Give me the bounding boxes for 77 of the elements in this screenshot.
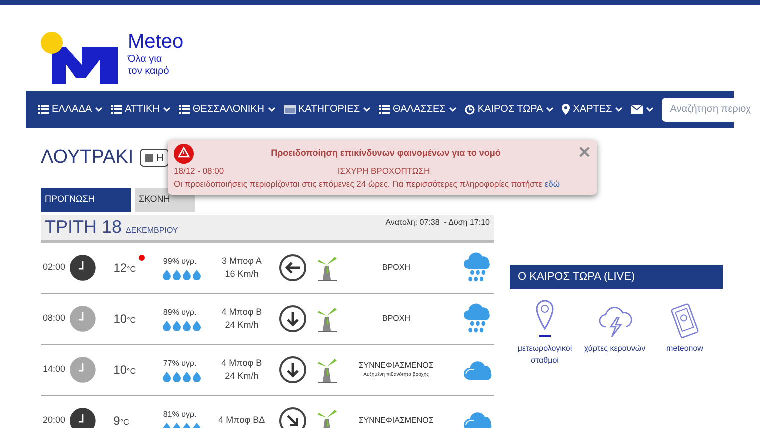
city-title: ΛΟΥΤΡΑΚΙ [41, 146, 134, 170]
alert-phenomenon: ΙΣΧΥΡΗ ΒΡΟΧΟΠΤΩΣΗ [336, 165, 432, 178]
chevron-icon [615, 106, 624, 112]
alert-link[interactable]: εδώ [544, 178, 560, 189]
weather-condition: ΣΥΝΝΕΦΙΑΣΜΕΝΟΣ [358, 415, 434, 427]
chevron-icon [162, 106, 171, 112]
location-pin-icon [535, 299, 555, 339]
pin-icon [562, 104, 570, 115]
humidity-drops-icon [163, 321, 202, 331]
chevron-icon [546, 106, 554, 112]
forecast-time: 02:00 [43, 261, 67, 274]
live-link[interactable]: meteonow [652, 343, 718, 355]
chevron-icon [268, 106, 276, 112]
nav-item[interactable] [631, 105, 654, 114]
lightning-cloud-icon [597, 305, 633, 339]
chevron-icon [448, 106, 457, 112]
nav-item[interactable]: ΘΑΛΑΣΣΕΣ [379, 102, 457, 117]
wind-force: 4 Μποφ Β [222, 356, 262, 370]
list-icon [38, 105, 49, 114]
nav-item[interactable]: ΚΑΙΡΟΣ ΤΩΡΑ [464, 102, 554, 117]
logo-icon [40, 32, 120, 84]
wind-speed: 24 Km/h [225, 370, 259, 383]
forecast-time: 14:00 [43, 363, 67, 376]
calendar-icon [144, 154, 153, 162]
nav-item[interactable]: ΕΛΛΑΔΑ [38, 102, 104, 117]
humidity-drops-icon [163, 270, 202, 280]
humidity: 89% υγρ. [163, 307, 198, 319]
list-icon [111, 105, 122, 114]
humidity: 77% υγρ. [163, 358, 198, 370]
list-icon [379, 105, 390, 114]
live-link[interactable]: μετεωρολογικοί σταθμοί [512, 343, 578, 367]
logo-name: Meteo [128, 30, 184, 54]
chevron-icon [363, 106, 372, 112]
list-icon [178, 105, 190, 114]
humidity-drops-icon [163, 372, 202, 382]
wind-force: 4 Μποφ Β [222, 306, 262, 319]
nav-item[interactable]: ΘΕΣΣΑΛΟΝΙΚΗ [178, 102, 276, 117]
forecast-time: 20:00 [43, 414, 67, 428]
humidity: 81% υγρ. [163, 409, 198, 421]
chevron-icon [646, 106, 654, 112]
wind-speed: 24 Km/h [225, 319, 259, 332]
wind-force: 4 Μποφ ΒΔ [218, 414, 266, 428]
alert-title: Προειδοποίηση επικίνδυνων φαινομένων για το νομό [270, 147, 502, 160]
phone-icon [669, 303, 701, 339]
day-title: ΤΡΙΤΗ 18 [45, 217, 122, 237]
logo-tagline: τον καιρό [128, 66, 170, 78]
weather-condition: ΣΥΝΝΕΦΙΑΣΜΕΝΟΣ [358, 360, 434, 372]
temperature: 10°C [114, 311, 136, 328]
temperature: 12°C [114, 260, 136, 277]
wind-direction-icon [278, 254, 307, 282]
alert-time: 18/12 - 08:00 [174, 165, 226, 178]
nav-item[interactable]: ΑΤΤΙΚΗ [111, 102, 171, 117]
weather-condition: ΒΡΟΧΗ [382, 313, 410, 325]
sun-times: Ανατολή: 07:38 - Δύση 17:10 [386, 217, 490, 229]
wind-speed: 16 Km/h [225, 268, 259, 281]
live-header: Ο ΚΑΙΡΟΣ ΤΩΡΑ (LIVE) [510, 265, 723, 289]
forecast-time: 08:00 [43, 312, 67, 326]
tab[interactable]: ΠΡΟΓΝΩΣΗ [41, 188, 131, 212]
weather-condition: ΒΡΟΧΗ [382, 262, 410, 274]
logo-tagline: Όλα για [128, 54, 164, 66]
table-icon [284, 105, 296, 114]
wind-direction-icon [278, 305, 307, 333]
wind-direction-icon [278, 407, 307, 428]
alert-message: Οι προειδοποιήσεις περιορίζονται στις επόμενες 24 ώρες. Για περισσότερες πληροφορίες πατήστε εδώ [174, 178, 562, 191]
month-label: ΔΕΚΕΜΒΡΙΟΥ [126, 225, 178, 237]
humidity: 99% υγρ. [163, 256, 198, 268]
temperature: 10°C [114, 362, 136, 379]
nav-item[interactable]: ΚΑΤΗΓΟΡΙΕΣ [284, 102, 372, 117]
nav-item[interactable]: ΧΑΡΤΕΣ [562, 102, 624, 117]
chevron-icon [95, 106, 104, 112]
temperature: 9°C [114, 413, 130, 428]
wind-direction-icon [278, 356, 307, 384]
clock-icon [464, 104, 475, 114]
live-link[interactable]: χάρτες κεραυνών [582, 343, 648, 355]
mail-icon [631, 105, 644, 114]
wind-force: 3 Μποφ Α [222, 254, 262, 268]
warning-icon [174, 144, 194, 164]
